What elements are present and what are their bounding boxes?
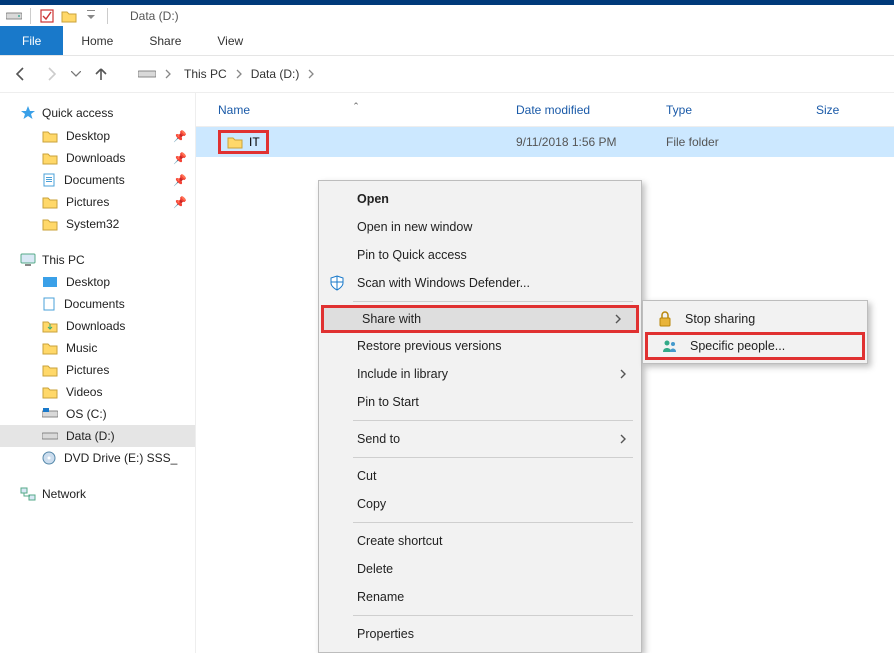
- chevron-right-icon[interactable]: [164, 69, 172, 79]
- nav-row: This PC Data (D:): [0, 56, 894, 92]
- pin-icon: 📌: [173, 174, 187, 187]
- highlight-annotation: IT: [218, 130, 269, 154]
- submenu-specific-people[interactable]: Specific people...: [645, 332, 865, 360]
- menu-delete[interactable]: Delete: [319, 555, 641, 583]
- submenu-share-with: Stop sharing Specific people...: [642, 300, 868, 364]
- file-row-it[interactable]: IT 9/11/2018 1:56 PM File folder: [196, 127, 894, 157]
- recent-dropdown-icon[interactable]: [70, 63, 82, 85]
- tree-item-pictures[interactable]: Pictures 📌: [0, 191, 195, 213]
- menu-separator: [353, 457, 633, 458]
- menu-share-with[interactable]: Share with: [321, 305, 639, 333]
- menu-separator: [353, 301, 633, 302]
- menu-open-new-window[interactable]: Open in new window: [319, 213, 641, 241]
- tree-network: Network: [0, 483, 195, 505]
- drive-icon: [138, 68, 156, 80]
- separator: [30, 8, 31, 24]
- submenu-stop-sharing[interactable]: Stop sharing: [643, 305, 867, 333]
- separator: [107, 8, 108, 24]
- menu-rename[interactable]: Rename: [319, 583, 641, 611]
- folder-qat-icon[interactable]: [61, 8, 77, 24]
- menu-separator: [353, 522, 633, 523]
- column-headers: Name ⌃ Date modified Type Size: [196, 93, 894, 127]
- people-icon: [660, 339, 680, 353]
- ribbon-tabs: File Home Share View: [0, 26, 894, 56]
- tab-home[interactable]: Home: [63, 26, 131, 55]
- pin-icon: 📌: [173, 196, 187, 209]
- tree-item-data-d[interactable]: Data (D:): [0, 425, 195, 447]
- breadcrumb-drive[interactable]: Data (D:): [251, 67, 300, 81]
- column-date[interactable]: Date modified: [516, 103, 666, 117]
- menu-separator: [353, 420, 633, 421]
- tree-item-documents[interactable]: Documents 📌: [0, 169, 195, 191]
- menu-pin-start[interactable]: Pin to Start: [319, 388, 641, 416]
- navigation-pane: Quick access Desktop 📌 Downloads 📌 Docum…: [0, 93, 196, 653]
- tree-header-this-pc[interactable]: This PC: [0, 249, 195, 271]
- tree-label: Quick access: [42, 106, 113, 120]
- file-type: File folder: [666, 135, 816, 149]
- tree-item-pc-music[interactable]: Music: [0, 337, 195, 359]
- lock-icon: [655, 311, 675, 327]
- tree-quick-access: Quick access Desktop 📌 Downloads 📌 Docum…: [0, 101, 195, 235]
- tree-item-downloads[interactable]: Downloads 📌: [0, 147, 195, 169]
- breadcrumb-root[interactable]: This PC: [184, 67, 227, 81]
- file-name: IT: [249, 135, 260, 149]
- menu-send-to[interactable]: Send to: [319, 425, 641, 453]
- tree-item-os-c[interactable]: OS (C:): [0, 403, 195, 425]
- title-bar: Data (D:): [0, 0, 894, 26]
- menu-copy[interactable]: Copy: [319, 490, 641, 518]
- chevron-right-icon: [231, 69, 247, 79]
- menu-separator: [353, 615, 633, 616]
- up-button[interactable]: [90, 63, 112, 85]
- tree-item-pc-videos[interactable]: Videos: [0, 381, 195, 403]
- menu-properties[interactable]: Properties: [319, 620, 641, 648]
- file-date: 9/11/2018 1:56 PM: [516, 135, 666, 149]
- forward-button[interactable]: [40, 63, 62, 85]
- column-size[interactable]: Size: [816, 103, 894, 117]
- folder-icon: [227, 135, 243, 149]
- tab-file[interactable]: File: [0, 26, 63, 55]
- tab-view[interactable]: View: [199, 26, 261, 55]
- tree-item-desktop[interactable]: Desktop 📌: [0, 125, 195, 147]
- pin-icon: 📌: [173, 152, 187, 165]
- menu-scan-defender[interactable]: Scan with Windows Defender...: [319, 269, 641, 297]
- star-icon: [20, 105, 36, 121]
- menu-open[interactable]: Open: [319, 185, 641, 213]
- tab-share[interactable]: Share: [131, 26, 199, 55]
- menu-restore-previous[interactable]: Restore previous versions: [319, 332, 641, 360]
- submenu-arrow-icon: [619, 434, 627, 444]
- submenu-arrow-icon: [619, 369, 627, 379]
- tree-header-network[interactable]: Network: [0, 483, 195, 505]
- window-title: Data (D:): [130, 9, 179, 23]
- sort-caret-icon: ⌃: [352, 101, 360, 112]
- context-menu: Open Open in new window Pin to Quick acc…: [318, 180, 642, 653]
- tree-item-system32[interactable]: System32: [0, 213, 195, 235]
- back-button[interactable]: [10, 63, 32, 85]
- tree-item-pc-downloads[interactable]: Downloads: [0, 315, 195, 337]
- breadcrumb[interactable]: This PC Data (D:): [184, 67, 319, 81]
- tree-header-quick-access[interactable]: Quick access: [0, 101, 195, 125]
- tree-item-pc-documents[interactable]: Documents: [0, 293, 195, 315]
- tree-label: Network: [42, 487, 86, 501]
- submenu-arrow-icon: [614, 314, 622, 324]
- tree-item-dvd-e[interactable]: DVD Drive (E:) SSS_: [0, 447, 195, 469]
- column-type[interactable]: Type: [666, 103, 816, 117]
- tree-this-pc: This PC Desktop Documents Downloads Musi…: [0, 249, 195, 469]
- tree-item-pc-desktop[interactable]: Desktop: [0, 271, 195, 293]
- network-icon: [20, 487, 36, 501]
- pc-icon: [20, 253, 36, 267]
- properties-qat-icon[interactable]: [39, 8, 55, 24]
- menu-pin-quick-access[interactable]: Pin to Quick access: [319, 241, 641, 269]
- shield-icon: [327, 275, 347, 291]
- pin-icon: 📌: [173, 130, 187, 143]
- column-name[interactable]: Name ⌃: [196, 103, 516, 117]
- tree-label: This PC: [42, 253, 85, 267]
- menu-include-library[interactable]: Include in library: [319, 360, 641, 388]
- chevron-right-icon: [303, 69, 319, 79]
- tree-item-pc-pictures[interactable]: Pictures: [0, 359, 195, 381]
- qat-dropdown-icon[interactable]: [83, 8, 99, 24]
- menu-create-shortcut[interactable]: Create shortcut: [319, 527, 641, 555]
- menu-cut[interactable]: Cut: [319, 462, 641, 490]
- drive-icon: [6, 8, 22, 24]
